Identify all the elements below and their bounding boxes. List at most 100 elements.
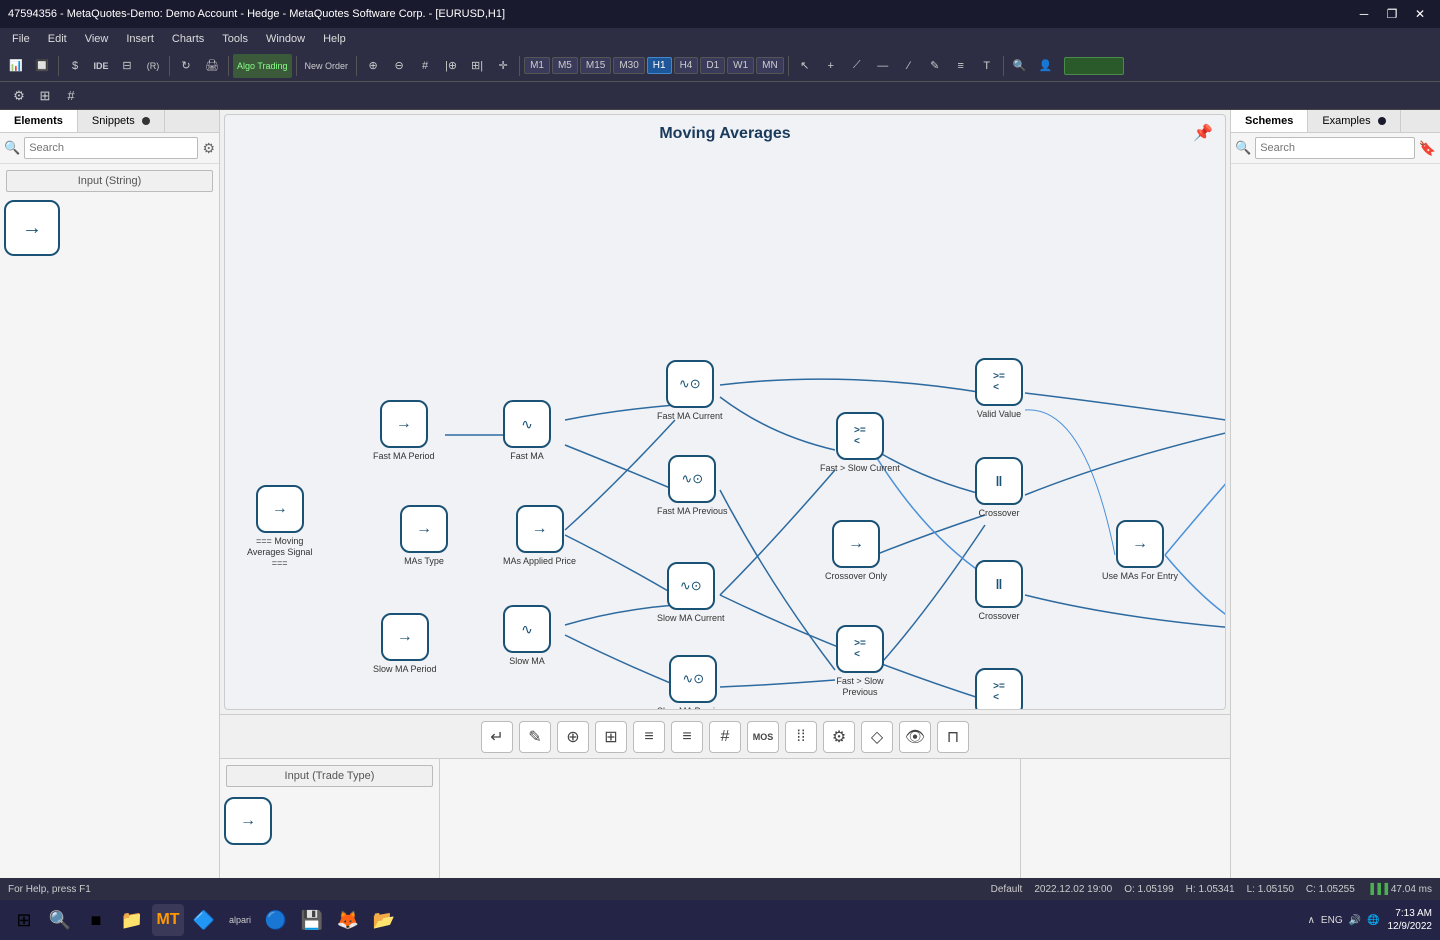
crosshair-btn[interactable]: ✛ [491, 54, 515, 78]
search-taskbar[interactable]: 🔍 [44, 904, 76, 936]
search-btn[interactable]: 🔍 [1008, 54, 1032, 78]
terminal-btn[interactable]: ⊟ [115, 54, 139, 78]
volume-icon[interactable]: 🔊 [1349, 915, 1361, 926]
node-fast-slow-current[interactable]: >=< Fast > Slow Current [820, 412, 900, 474]
alpari-icon[interactable]: alpari [224, 904, 256, 936]
indicators-btn[interactable]: ≡ [949, 54, 973, 78]
bt-undo[interactable]: ↵ [481, 721, 513, 753]
mt5-icon[interactable]: MT [152, 904, 184, 936]
network-icon[interactable]: 🌐 [1367, 915, 1379, 926]
explorer-icon[interactable]: 📁 [116, 904, 148, 936]
tf-h1[interactable]: H1 [647, 57, 672, 74]
node-mas-applied-price[interactable]: → MAs Applied Price [503, 505, 576, 567]
pin-button[interactable]: 📌 [1193, 123, 1213, 143]
restore-button[interactable]: ❐ [1380, 5, 1404, 23]
tab-schemes[interactable]: Schemes [1231, 110, 1308, 132]
right-search-input[interactable] [1255, 137, 1414, 159]
input-trade-type-node[interactable]: → [224, 797, 272, 845]
right-filter-icon[interactable]: 🔖 [1419, 140, 1436, 157]
close-button[interactable]: ✕ [1408, 5, 1432, 23]
diagram-canvas-area[interactable]: Moving Averages 📌 [224, 114, 1226, 710]
left-search-input[interactable] [24, 137, 198, 159]
menu-edit[interactable]: Edit [40, 31, 75, 47]
bt-circle[interactable]: ⊕ [557, 721, 589, 753]
node-slow-ma-previous[interactable]: ∿⊙ Slow MA Previous [657, 655, 730, 710]
left-settings-icon[interactable]: ⚙ [202, 140, 215, 157]
bt-settings2[interactable]: ⚙ [823, 721, 855, 753]
node-mas-type[interactable]: → MAs Type [400, 505, 448, 567]
new-chart-btn[interactable]: 📊 [4, 54, 28, 78]
hline-btn[interactable]: — [871, 54, 895, 78]
tf-m5[interactable]: M5 [552, 57, 578, 74]
bt-split[interactable]: ⊞ [595, 721, 627, 753]
node-fast-ma[interactable]: ∿ Fast MA [503, 400, 551, 462]
bt-mos[interactable]: MOS [747, 721, 779, 753]
settings-btn[interactable]: ⚙ [8, 85, 30, 107]
cursor-btn[interactable]: ↖ [793, 54, 817, 78]
bt-edit[interactable]: ✎ [519, 721, 551, 753]
folder-icon[interactable]: 📂 [368, 904, 400, 936]
menu-charts[interactable]: Charts [164, 31, 212, 47]
tf-w1[interactable]: W1 [727, 57, 754, 74]
node-moving-avg-signal[interactable]: → === MovingAverages Signal=== [247, 485, 312, 568]
tray-chevron[interactable]: ∧ [1308, 915, 1315, 926]
tick-chart-btn[interactable]: $ [63, 54, 87, 78]
minimize-button[interactable]: ─ [1352, 5, 1376, 23]
node-slow-ma-period[interactable]: → Slow MA Period [373, 613, 437, 675]
line-btn[interactable]: ⟋ [845, 54, 869, 78]
tf-m30[interactable]: M30 [613, 57, 644, 74]
start-button[interactable]: ⊞ [8, 904, 40, 936]
tab-elements[interactable]: Elements [0, 110, 78, 132]
node-crossover-only[interactable]: → Crossover Only [825, 520, 887, 582]
layout-btn[interactable]: ⊞ [34, 85, 56, 107]
crosshair2-btn[interactable]: + [819, 54, 843, 78]
tf-h4[interactable]: H4 [674, 57, 699, 74]
app2-icon[interactable]: 🔷 [188, 904, 220, 936]
bt-diamond[interactable]: ◇ [861, 721, 893, 753]
bt-align-left[interactable]: ≡ [633, 721, 665, 753]
bt-eye[interactable]: 👁 [899, 721, 931, 753]
menu-file[interactable]: File [4, 31, 38, 47]
tab-examples[interactable]: Examples [1308, 110, 1400, 132]
trendline-btn[interactable]: ∕ [897, 54, 921, 78]
bt-delete[interactable]: ⊓ [937, 721, 969, 753]
node-fast-ma-current[interactable]: ∿⊙ Fast MA Current [657, 360, 723, 422]
bt-grid2[interactable]: # [709, 721, 741, 753]
bt-dots[interactable]: ⁞⁞ [785, 721, 817, 753]
menu-help[interactable]: Help [315, 31, 354, 47]
zoom-in-btn[interactable]: ⊕ [361, 54, 385, 78]
node-crossover-top[interactable]: ‖ Crossover [975, 457, 1023, 519]
tf-d1[interactable]: D1 [700, 57, 725, 74]
draw-btn[interactable]: ✎ [923, 54, 947, 78]
chart-shift-btn[interactable]: ⊞| [465, 54, 489, 78]
firefox-icon[interactable]: 🦊 [332, 904, 364, 936]
ide-btn[interactable]: IDE [89, 54, 113, 78]
tab-snippets[interactable]: Snippets [78, 110, 165, 132]
taskview-btn[interactable]: ■ [80, 904, 112, 936]
input-string-node[interactable]: → [4, 200, 60, 256]
chart-mode-btn[interactable]: 🔲 [30, 54, 54, 78]
print-btn[interactable]: 🖨 [200, 54, 224, 78]
node-slow-ma[interactable]: ∿ Slow MA [503, 605, 551, 667]
node-use-mas-entry[interactable]: → Use MAs For Entry [1102, 520, 1178, 582]
grid2-btn[interactable]: # [60, 85, 82, 107]
node-crossover-bottom[interactable]: ‖ Crossover [975, 560, 1023, 622]
clock-display[interactable]: 7:13 AM 12/9/2022 [1388, 907, 1433, 933]
lang-indicator[interactable]: ENG [1321, 915, 1343, 926]
grid-btn[interactable]: # [413, 54, 437, 78]
node-fast-ma-period[interactable]: → Fast MA Period [373, 400, 435, 462]
options-btn[interactable]: (R) [141, 54, 165, 78]
menu-window[interactable]: Window [258, 31, 313, 47]
node-valid-value-bottom[interactable]: >=< Valid Value [975, 668, 1023, 710]
tf-mn[interactable]: MN [756, 57, 784, 74]
accounts-btn[interactable]: 👤 [1034, 54, 1058, 78]
node-fast-slow-previous[interactable]: >=< Fast > Slow Previous [820, 625, 900, 698]
tf-m15[interactable]: M15 [580, 57, 611, 74]
bt-align-center[interactable]: ≡ [671, 721, 703, 753]
node-slow-ma-current[interactable]: ∿⊙ Slow MA Current [657, 562, 725, 624]
zoom-out-btn[interactable]: ⊖ [387, 54, 411, 78]
tf-m1[interactable]: M1 [524, 57, 550, 74]
save-icon[interactable]: 💾 [296, 904, 328, 936]
text-btn[interactable]: T [975, 54, 999, 78]
new-order-btn[interactable]: New Order [301, 54, 353, 78]
